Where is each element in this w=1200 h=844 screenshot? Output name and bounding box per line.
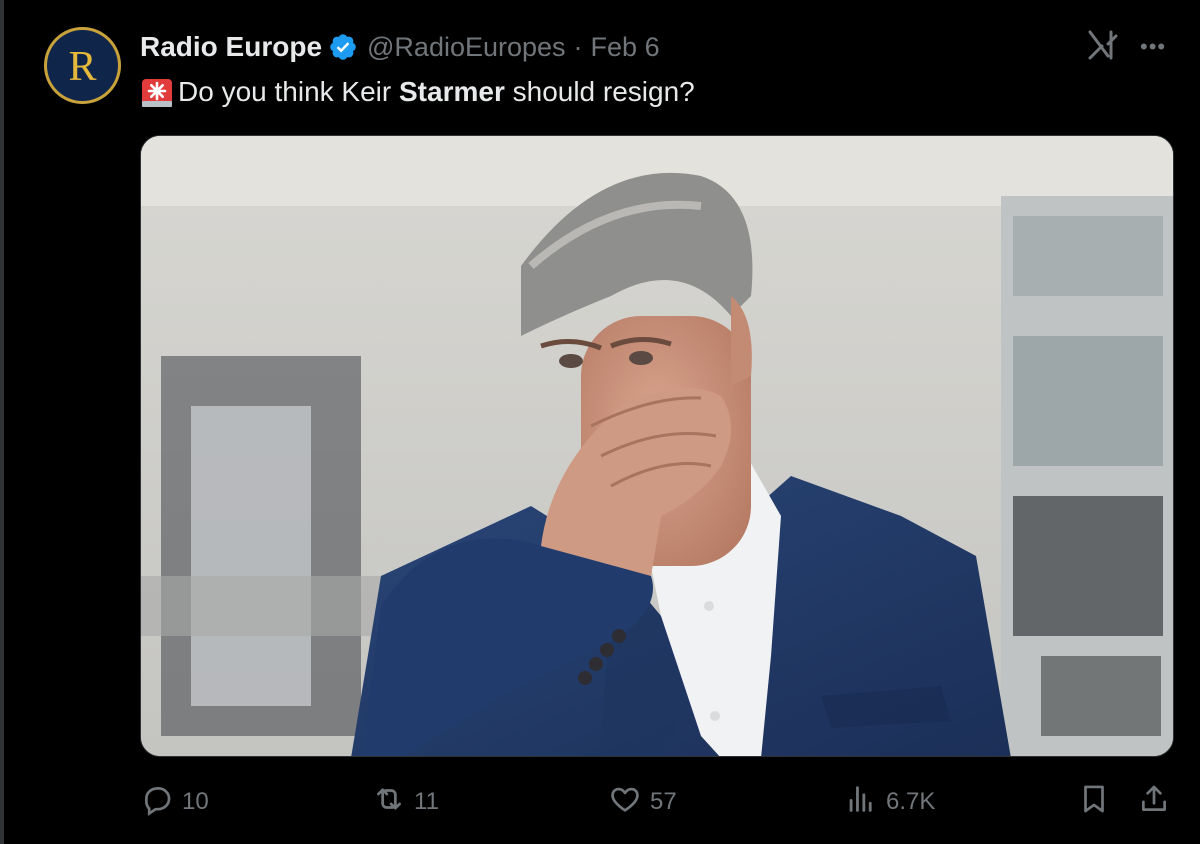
reply-count: 10: [182, 788, 209, 815]
repost-button[interactable]: 11: [372, 778, 439, 826]
share-icon: [1137, 782, 1171, 823]
more-options-icon[interactable]: •••: [1140, 36, 1166, 58]
views-bars-icon: [844, 782, 878, 823]
tweet-text-before: Do you think Keir: [178, 76, 399, 107]
reply-icon: [140, 782, 174, 823]
bookmark-icon: [1077, 782, 1111, 823]
grok-icon[interactable]: [1086, 28, 1120, 62]
tweet-header: Radio Europe @RadioEuropes · Feb 6: [140, 27, 660, 67]
tweet-card[interactable]: R Radio Europe @RadioEuropes · Feb 6 •••: [0, 0, 1200, 844]
avatar[interactable]: R: [44, 27, 121, 104]
views-count: 6.7K: [886, 788, 936, 815]
avatar-letter: R: [68, 43, 97, 90]
display-name[interactable]: Radio Europe: [140, 31, 322, 63]
siren-emoji-icon: [140, 75, 174, 109]
views-button[interactable]: 6.7K: [844, 778, 935, 826]
heart-icon: [608, 782, 642, 823]
separator-dot: ·: [573, 31, 583, 62]
share-button[interactable]: [1137, 778, 1171, 826]
like-button[interactable]: 57: [608, 778, 677, 826]
action-bar: 10 11 57 6.7K: [140, 778, 1174, 826]
reply-button[interactable]: 10: [140, 778, 209, 826]
author-handle[interactable]: @RadioEuropes: [367, 32, 566, 63]
bookmark-button[interactable]: [1077, 778, 1111, 826]
verified-badge-icon[interactable]: [328, 32, 358, 62]
tweet-text: Do you think Keir Starmer should resign?: [140, 72, 695, 112]
tweet-photo[interactable]: [140, 135, 1174, 757]
tweet-text-bold: Starmer: [399, 76, 505, 107]
tweet-text-after: should resign?: [504, 76, 695, 107]
repost-icon: [372, 782, 406, 823]
tweet-date[interactable]: Feb 6: [591, 32, 660, 63]
like-count: 57: [650, 788, 677, 815]
repost-count: 11: [414, 788, 439, 815]
photo-illustration: [141, 136, 1173, 756]
